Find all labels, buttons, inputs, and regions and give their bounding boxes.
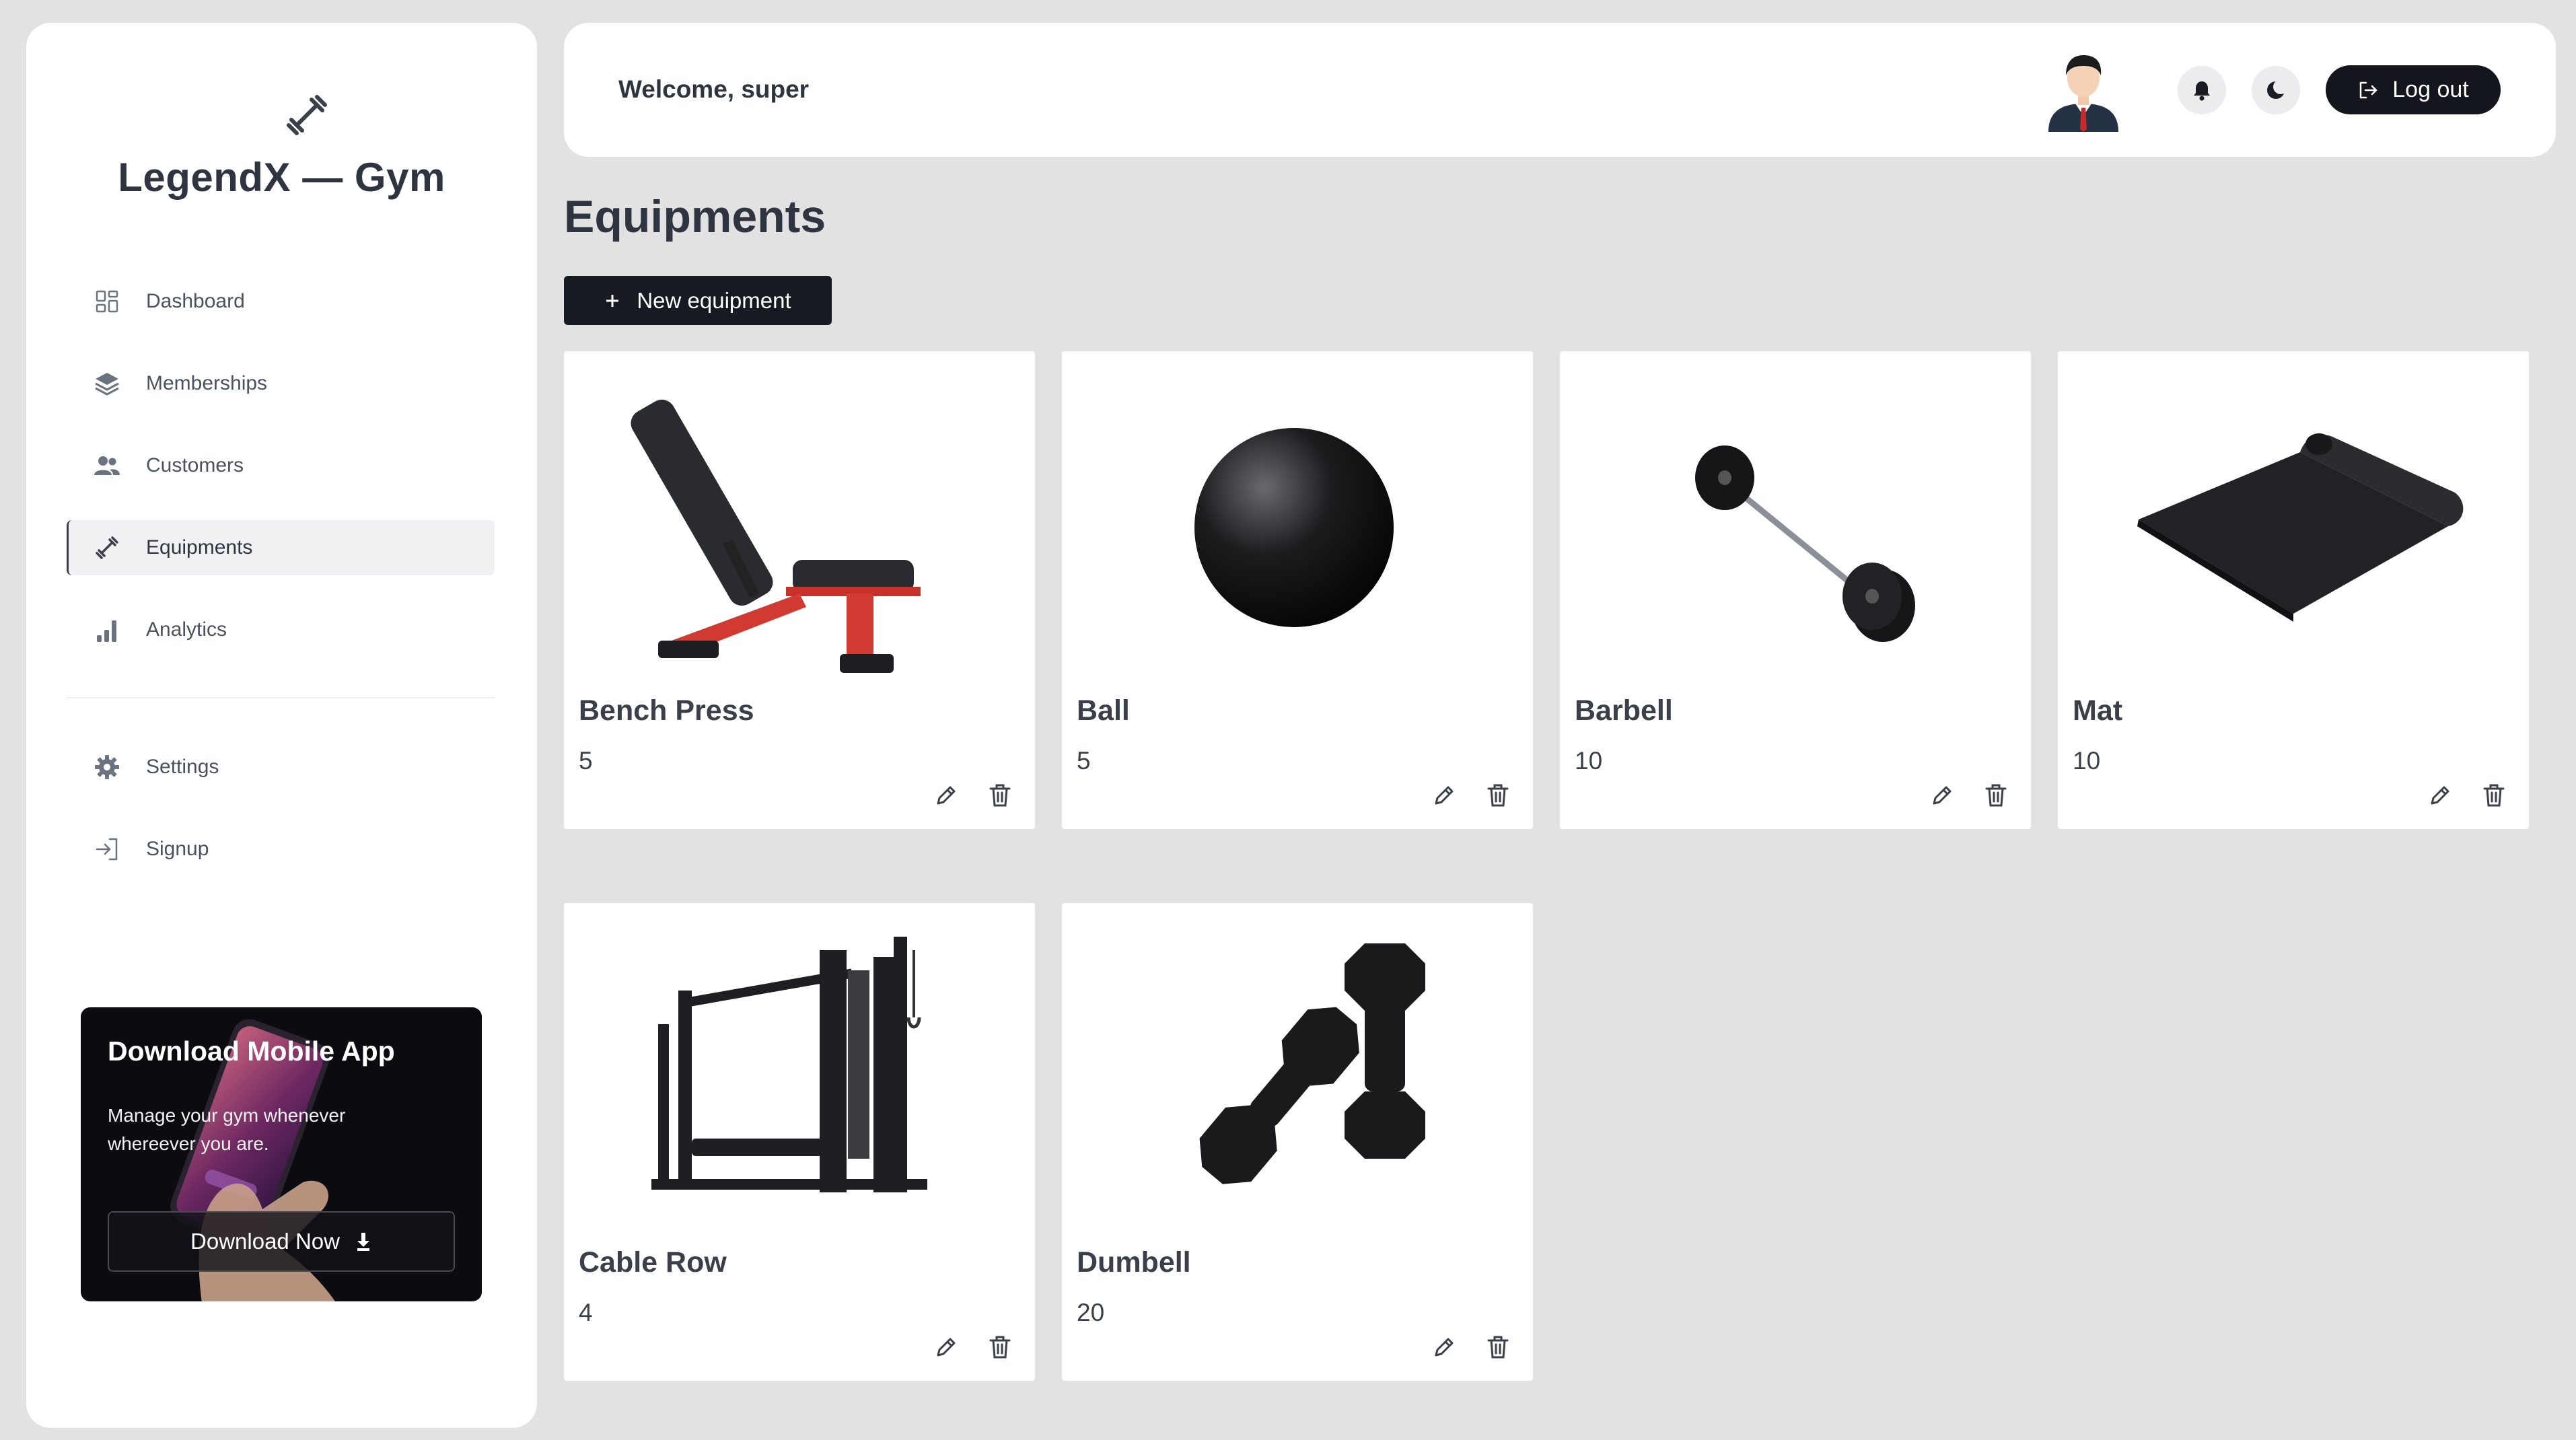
equipment-quantity: 5 xyxy=(579,747,593,775)
sidebar-item-analytics[interactable]: Analytics xyxy=(67,602,495,657)
mat-image xyxy=(2137,433,2464,622)
sidebar-item-label: Analytics xyxy=(146,618,227,641)
equipment-card-dumbell: Dumbell 20 xyxy=(1062,903,1533,1381)
dumbell-image xyxy=(1199,943,1425,1184)
dumbbell-logo-icon xyxy=(287,95,327,135)
cable-row-image xyxy=(651,937,927,1192)
sidebar-item-dashboard[interactable]: Dashboard xyxy=(67,274,495,329)
delete-trash-icon[interactable] xyxy=(2480,782,2507,809)
logout-button[interactable]: Log out xyxy=(2326,65,2501,114)
sidebar-item-label: Equipments xyxy=(146,536,253,559)
sidebar-item-settings[interactable]: Settings xyxy=(67,740,495,795)
equipment-quantity: 10 xyxy=(2073,747,2101,775)
new-equipment-label: New equipment xyxy=(637,287,791,313)
equipment-quantity: 20 xyxy=(1077,1299,1105,1326)
bell-icon xyxy=(2194,81,2210,101)
brand-title: LegendX — Gym xyxy=(118,155,445,200)
moon-icon xyxy=(2267,79,2287,99)
download-app-promo: Download Mobile App Manage your gym when… xyxy=(81,1007,482,1301)
equipment-name: Bench Press xyxy=(579,694,754,727)
equipment-card-mat: Mat 10 xyxy=(2058,351,2529,829)
sidebar-item-equipments[interactable]: Equipments xyxy=(67,520,495,575)
sidebar: LegendX — Gym Dashboard Memberships Cust… xyxy=(26,23,537,1428)
download-now-button[interactable]: Download Now xyxy=(108,1211,455,1272)
welcome-text: Welcome, super xyxy=(618,75,810,103)
equipment-name: Ball xyxy=(1077,694,1130,727)
equipment-name: Cable Row xyxy=(579,1246,727,1279)
sidebar-divider xyxy=(67,697,495,698)
delete-trash-icon[interactable] xyxy=(1484,1334,1511,1361)
edit-pencil-icon[interactable] xyxy=(1431,1334,1458,1361)
edit-pencil-icon[interactable] xyxy=(1431,782,1458,809)
notifications-button[interactable] xyxy=(2178,66,2226,114)
barbell-image xyxy=(1695,445,1915,642)
sidebar-item-label: Dashboard xyxy=(146,290,245,312)
edit-pencil-icon[interactable] xyxy=(2427,782,2454,809)
equipment-quantity: 4 xyxy=(579,1299,593,1326)
delete-trash-icon[interactable] xyxy=(987,782,1013,809)
bench-press-image xyxy=(631,399,921,673)
plus-icon xyxy=(606,294,619,307)
equipment-card-barbell: Barbell 10 xyxy=(1560,351,2031,829)
download-icon xyxy=(357,1233,369,1251)
equipment-card-ball: Ball 5 xyxy=(1062,351,1533,829)
edit-pencil-icon[interactable] xyxy=(1929,782,1956,809)
sidebar-item-label: Signup xyxy=(146,838,209,860)
dumbbell-icon xyxy=(92,533,122,563)
logout-icon xyxy=(2360,81,2377,98)
equipment-name: Barbell xyxy=(1575,694,1673,727)
layers-icon xyxy=(92,369,122,398)
page-title: Equipments xyxy=(564,191,826,242)
equipment-name: Dumbell xyxy=(1077,1246,1191,1279)
sidebar-item-customers[interactable]: Customers xyxy=(67,438,495,493)
edit-pencil-icon[interactable] xyxy=(933,1334,960,1361)
equipment-card-bench-press: Bench Press 5 xyxy=(564,351,1035,829)
sidebar-item-signup[interactable]: Signup xyxy=(67,822,495,877)
equipment-name: Mat xyxy=(2073,694,2123,727)
edit-pencil-icon[interactable] xyxy=(933,782,960,809)
sign-in-icon xyxy=(92,834,122,864)
logout-label: Log out xyxy=(2392,77,2469,102)
gear-icon xyxy=(92,752,122,782)
bar-chart-icon xyxy=(92,615,122,645)
delete-trash-icon[interactable] xyxy=(987,1334,1013,1361)
users-icon xyxy=(92,451,122,480)
equipment-quantity: 10 xyxy=(1575,747,1603,775)
promo-title: Download Mobile App xyxy=(108,1036,395,1067)
sidebar-item-label: Memberships xyxy=(146,372,268,394)
delete-trash-icon[interactable] xyxy=(1484,782,1511,809)
delete-trash-icon[interactable] xyxy=(1982,782,2009,809)
dark-mode-toggle[interactable] xyxy=(2252,66,2300,114)
dashboard-icon xyxy=(92,287,122,316)
avatar[interactable] xyxy=(2043,46,2124,132)
equipment-quantity: 5 xyxy=(1077,747,1091,775)
equipment-card-cable-row: Cable Row 4 xyxy=(564,903,1035,1381)
top-header: Welcome, super Log out xyxy=(564,23,2556,157)
new-equipment-button[interactable]: New equipment xyxy=(564,276,832,325)
sidebar-item-label: Settings xyxy=(146,756,219,778)
promo-text: Manage your gym whenever whereever you a… xyxy=(108,1105,346,1154)
download-now-label: Download Now xyxy=(190,1229,340,1254)
sidebar-item-label: Customers xyxy=(146,454,244,476)
sidebar-item-memberships[interactable]: Memberships xyxy=(67,356,495,411)
ball-image xyxy=(1194,428,1394,627)
